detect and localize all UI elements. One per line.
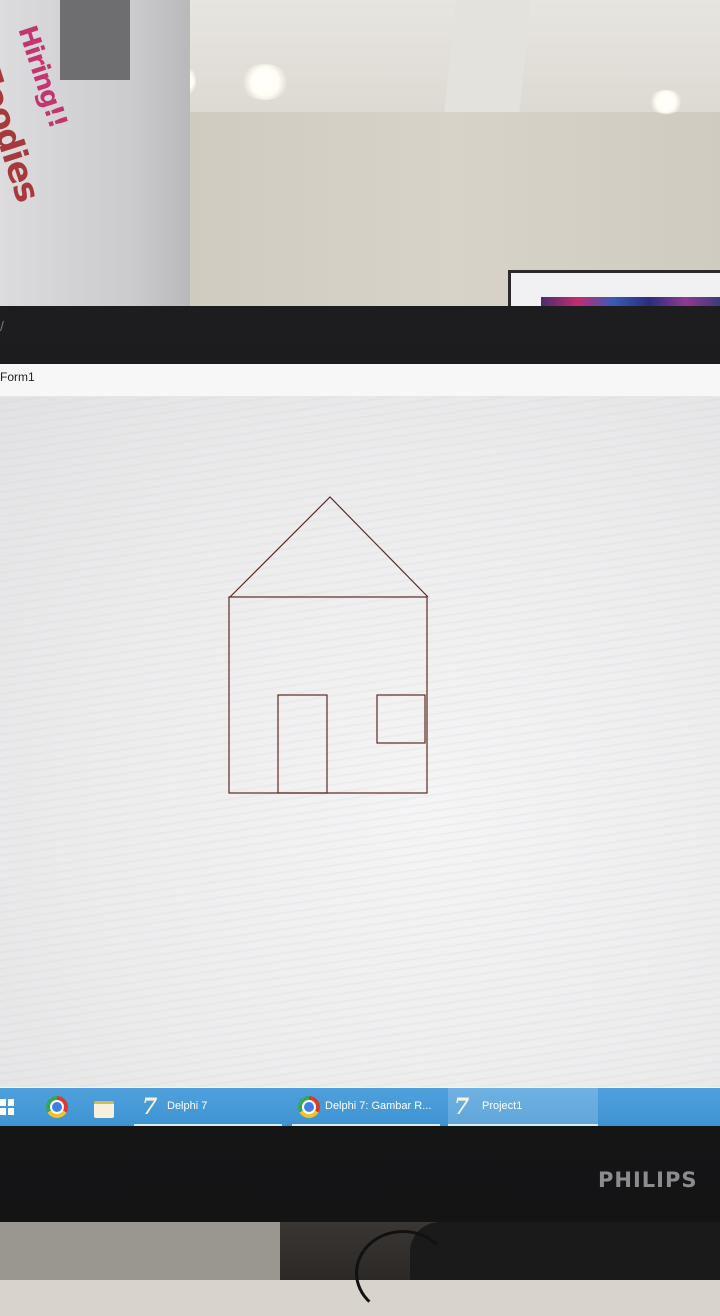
desk-surface xyxy=(0,1222,280,1280)
monitor-stand xyxy=(410,1222,720,1280)
delphi-icon: 7 xyxy=(142,1094,158,1120)
chrome-icon xyxy=(298,1096,320,1118)
ceiling-light-icon xyxy=(648,90,684,114)
taskbar-item-label: Delphi 7: Gambar R... xyxy=(325,1100,432,1112)
taskbar-item-label: Delphi 7 xyxy=(167,1100,208,1112)
office-background: Hiring!! Foodies xyxy=(0,0,720,322)
cable xyxy=(355,1230,451,1316)
window-titlebar[interactable]: Form1 xyxy=(0,364,720,397)
taskbar-item-label: Project1 xyxy=(482,1100,523,1112)
file-explorer-icon[interactable] xyxy=(94,1101,114,1118)
pillar-shadow xyxy=(60,0,130,80)
form-canvas xyxy=(0,397,720,1087)
bezel-mark: / xyxy=(0,318,4,334)
ceiling-beam xyxy=(443,0,532,115)
roof-triangle xyxy=(229,496,429,598)
taskbar-item-chrome[interactable]: Delphi 7: Gambar R... xyxy=(292,1088,440,1126)
monitor-screen: Form1 7 Delphi 7 Delphi 7: Gambar R... 7 xyxy=(0,364,720,1126)
ceiling-light-icon xyxy=(240,64,290,100)
door xyxy=(277,694,328,794)
windows-taskbar: 7 Delphi 7 Delphi 7: Gambar R... 7 Proje… xyxy=(0,1088,720,1126)
house-drawing xyxy=(228,496,429,794)
delphi-icon: 7 xyxy=(454,1094,470,1120)
monitor-brand-logo: PHILIPS xyxy=(598,1168,698,1192)
windows-start-icon[interactable] xyxy=(0,1099,14,1115)
pillar: Hiring!! Foodies xyxy=(0,0,190,320)
window-title: Form1 xyxy=(0,370,35,384)
taskbar-item-project1[interactable]: 7 Project1 xyxy=(448,1088,598,1126)
chrome-icon[interactable] xyxy=(46,1096,68,1118)
window xyxy=(376,694,426,744)
taskbar-item-delphi7[interactable]: 7 Delphi 7 xyxy=(134,1088,282,1126)
